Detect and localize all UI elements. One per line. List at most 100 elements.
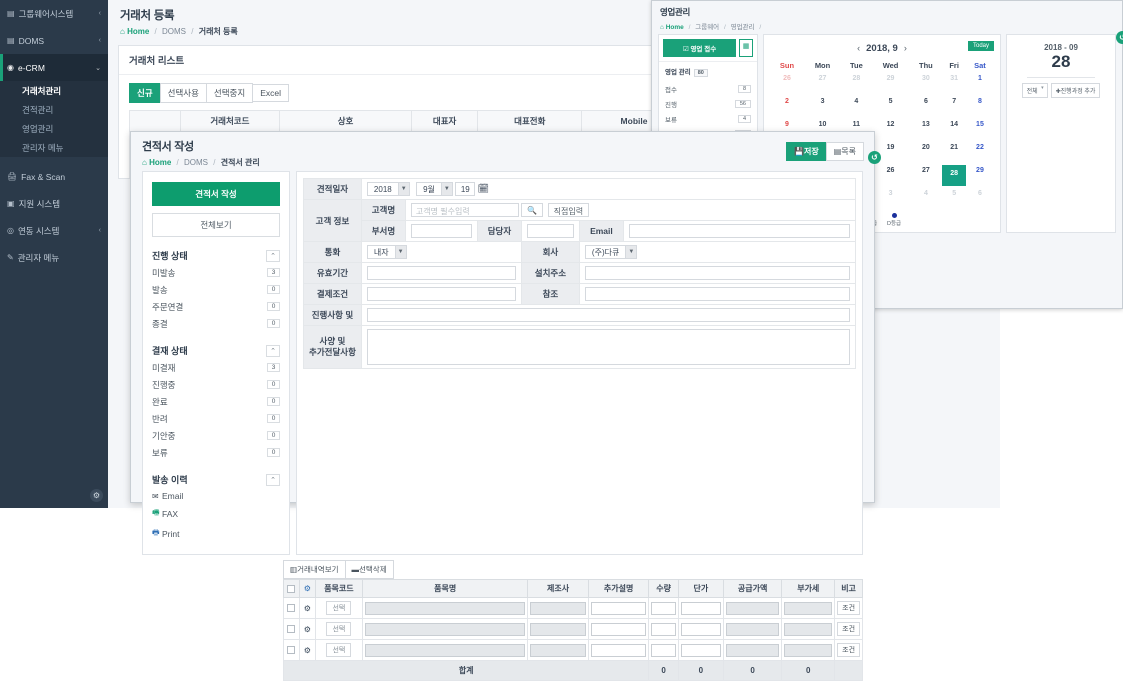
sidebar-item-sales-mgmt[interactable]: 영업관리 [0, 119, 108, 138]
sidebar-item-quote-mgmt[interactable]: 견적관리 [0, 100, 108, 119]
sidebar-item-customer-mgmt[interactable]: 거래처관리 [0, 81, 108, 100]
breadcrumb-mid[interactable]: DOMS [162, 27, 186, 36]
sidebar-item-support-system[interactable]: ▣ 지원 시스템 [0, 190, 108, 217]
calendar-day[interactable]: 4 [841, 96, 872, 119]
maker-input[interactable] [530, 622, 586, 636]
item-pick-button[interactable]: 선택 [326, 622, 352, 636]
sales-status-row[interactable]: 진행 56 [665, 96, 751, 111]
view-transactions-tab[interactable]: ▥거래내역보기 [283, 560, 346, 579]
add-progress-button[interactable]: ✚진행과정 추가 [1050, 83, 1101, 98]
calendar-day[interactable]: 5 [942, 188, 966, 211]
install-addr-input[interactable] [584, 266, 850, 280]
pay-condition-input[interactable] [366, 287, 516, 301]
table-row[interactable]: ⚙ 선택 조건 [283, 639, 863, 661]
day-input[interactable]: 19 [455, 182, 476, 196]
direct-input-button[interactable]: 직접입력 [547, 203, 590, 217]
save-button[interactable]: 💾저장 [786, 142, 827, 161]
currency-select[interactable]: 내자 ▼ [366, 245, 407, 259]
item-pick-button[interactable]: 선택 [326, 601, 352, 615]
progress-item[interactable]: 주문연결 0 [152, 298, 280, 315]
calendar-day[interactable]: 26 [872, 165, 910, 188]
breadcrumb-home[interactable]: ⌂ Home [660, 24, 684, 31]
email-input[interactable] [628, 224, 850, 238]
breadcrumb-home[interactable]: ⌂ Home [142, 158, 171, 167]
sales-status-row[interactable]: 보류 4 [665, 111, 751, 126]
extra-desc-input[interactable] [590, 622, 647, 636]
company-select[interactable]: (주)다큐 ▼ [584, 245, 638, 259]
sidebar-item-groupware[interactable]: ▤ 그룹웨어시스템 ‹ [0, 0, 108, 27]
dept-input[interactable] [410, 224, 472, 238]
calendar-day[interactable]: 21 [942, 142, 966, 165]
sidebar-item-admin[interactable]: ✎ 관리자 메뉴 [0, 244, 108, 271]
sales-status-row[interactable]: 접수 8 [665, 81, 751, 96]
reference-input[interactable] [584, 287, 850, 301]
calendar-day[interactable]: 8 [966, 96, 994, 119]
table-row[interactable]: ⚙ 선택 조건 [283, 597, 863, 619]
calendar-day[interactable]: 29 [966, 165, 994, 188]
payment-item[interactable]: 보류 0 [152, 444, 280, 461]
breadcrumb-home[interactable]: ⌂ Home [120, 27, 149, 36]
calendar-day[interactable]: 31 [942, 73, 966, 96]
sales-intake-button[interactable]: ☑ 영업 접수 [663, 39, 736, 57]
item-pick-button[interactable]: 선택 [326, 643, 352, 657]
payment-item[interactable]: 미결재 3 [152, 359, 280, 376]
sidebar-item-link-system[interactable]: ◎ 연동 시스템 ‹ [0, 217, 108, 244]
grid-icon[interactable]: ▦ [739, 39, 753, 57]
unit-price-input[interactable] [680, 622, 721, 636]
th-select-all[interactable] [283, 579, 300, 598]
payment-item[interactable]: 진행중 0 [152, 376, 280, 393]
calendar-day[interactable]: 15 [966, 119, 994, 142]
condition-button[interactable]: 조건 [837, 622, 860, 636]
history-item-fax[interactable]: 🖷 FAX [152, 504, 280, 524]
calendar-today-button[interactable]: Today [967, 41, 994, 51]
progress-item[interactable]: 발송 0 [152, 281, 280, 298]
unit-price-input[interactable] [680, 643, 721, 657]
month-select[interactable]: 9월 ▼ [416, 182, 453, 196]
breadcrumb-mid[interactable]: 그룹웨어 [695, 24, 719, 31]
calendar-day[interactable]: 29 [872, 73, 910, 96]
sidebar-item-fax-scan[interactable]: 🖨 Fax & Scan [0, 163, 108, 190]
extra-desc-input[interactable] [590, 643, 647, 657]
history-item-print[interactable]: 🖶 Print [152, 524, 280, 544]
calendar-day[interactable]: 6 [966, 188, 994, 211]
calendar-day[interactable]: 27 [804, 73, 841, 96]
chevron-up-icon[interactable]: ⌃ [266, 473, 280, 486]
item-name-input[interactable] [365, 601, 526, 615]
qty-input[interactable] [651, 622, 676, 636]
excel-export-button[interactable]: Excel [252, 84, 289, 102]
qty-input[interactable] [651, 601, 676, 615]
manager-input[interactable] [526, 224, 574, 238]
condition-button[interactable]: 조건 [837, 643, 860, 657]
breadcrumb-mid[interactable]: DOMS [184, 158, 208, 167]
select-all-checkbox[interactable] [287, 584, 296, 593]
calendar-day[interactable]: 4 [909, 188, 942, 211]
calendar-day[interactable]: 27 [909, 165, 942, 188]
sidebar-item-admin-menu[interactable]: 관리자 메뉴 [0, 138, 108, 157]
new-button[interactable]: 신규 [129, 83, 161, 103]
calendar-day[interactable]: 20 [909, 142, 942, 165]
unit-price-input[interactable] [680, 601, 721, 615]
calendar-day[interactable]: 22 [966, 142, 994, 165]
calendar-day[interactable]: 7 [942, 96, 966, 119]
calendar-day[interactable]: 3 [872, 188, 910, 211]
qty-input[interactable] [651, 643, 676, 657]
calendar-day-selected[interactable]: 28 [942, 165, 966, 188]
maker-input[interactable] [530, 601, 586, 615]
create-quote-button[interactable]: 견적서 작성 [152, 182, 280, 206]
progress-item[interactable]: 미발송 3 [152, 264, 280, 281]
stop-selected-button[interactable]: 선택중지 [205, 83, 254, 103]
gear-icon[interactable]: ⚙ [304, 646, 311, 655]
progress-input[interactable] [366, 308, 850, 322]
refresh-icon[interactable]: ↺ [1116, 31, 1123, 44]
list-button[interactable]: ▤목록 [825, 142, 864, 161]
gear-icon[interactable]: ⚙ [304, 584, 311, 593]
history-item-email[interactable]: ✉ Email [152, 488, 280, 504]
item-name-input[interactable] [365, 622, 526, 636]
gear-icon[interactable]: ⚙ [304, 604, 311, 613]
chevron-up-icon[interactable]: ⌃ [266, 344, 280, 357]
calendar-day[interactable]: 30 [909, 73, 942, 96]
extra-desc-input[interactable] [590, 601, 647, 615]
gear-icon[interactable]: ⚙ [90, 489, 103, 502]
progress-item[interactable]: 종결 0 [152, 315, 280, 332]
delete-selected-button[interactable]: ▬선택삭제 [344, 560, 394, 579]
